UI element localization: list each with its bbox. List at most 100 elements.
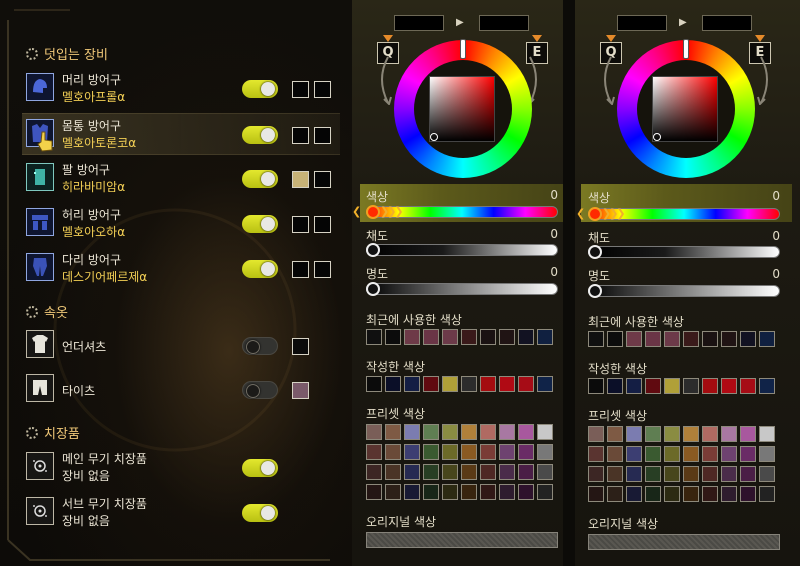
- saturation-value-square[interactable]: [429, 76, 495, 142]
- color-swatch-cell[interactable]: [607, 426, 623, 442]
- visibility-toggle[interactable]: [242, 126, 278, 144]
- sv-cursor[interactable]: [653, 133, 661, 141]
- color-swatch-cell[interactable]: [537, 444, 553, 460]
- color-swatch-1[interactable]: [292, 261, 309, 278]
- color-swatch-cell[interactable]: [480, 484, 496, 500]
- slider-thumb[interactable]: [366, 243, 380, 257]
- color-swatch-cell[interactable]: [442, 329, 458, 345]
- color-swatch-cell[interactable]: [740, 466, 756, 482]
- color-swatch-cell[interactable]: [461, 376, 477, 392]
- color-swatch-cell[interactable]: [385, 376, 401, 392]
- color-swatch-cell[interactable]: [404, 376, 420, 392]
- color-swatch-2[interactable]: [314, 127, 331, 144]
- color-swatch-cell[interactable]: [423, 376, 439, 392]
- color-swatch-cell[interactable]: [588, 331, 604, 347]
- color-swatch-cell[interactable]: [759, 486, 775, 502]
- color-swatch-cell[interactable]: [683, 331, 699, 347]
- color-swatch-cell[interactable]: [404, 464, 420, 480]
- color-swatch-cell[interactable]: [366, 484, 382, 500]
- color-swatch-cell[interactable]: [404, 484, 420, 500]
- color-swatch-cell[interactable]: [499, 376, 515, 392]
- color-swatch-cell[interactable]: [759, 378, 775, 394]
- color-swatch-cell[interactable]: [645, 331, 661, 347]
- sv-cursor[interactable]: [430, 133, 438, 141]
- color-swatch-cell[interactable]: [480, 444, 496, 460]
- color-swatch-2[interactable]: [314, 216, 331, 233]
- color-swatch-cell[interactable]: [721, 446, 737, 462]
- color-swatch-cell[interactable]: [366, 424, 382, 440]
- color-swatch-cell[interactable]: [480, 424, 496, 440]
- color-swatch-cell[interactable]: [683, 426, 699, 442]
- slider-thumb[interactable]: [366, 205, 380, 219]
- armor-row-waist[interactable]: 허리 방어구 멜호아오하α: [22, 203, 340, 245]
- color-swatch-cell[interactable]: [499, 464, 515, 480]
- visibility-toggle[interactable]: [242, 215, 278, 233]
- color-swatch-cell[interactable]: [385, 424, 401, 440]
- color-swatch-cell[interactable]: [442, 444, 458, 460]
- color-swatch-2[interactable]: [314, 261, 331, 278]
- chevron-left-icon[interactable]: ❮: [576, 207, 585, 220]
- color-swatch-cell[interactable]: [518, 424, 534, 440]
- color-swatch-cell[interactable]: [702, 378, 718, 394]
- visibility-toggle[interactable]: [242, 337, 278, 355]
- color-swatch-cell[interactable]: [385, 464, 401, 480]
- color-swatch-cell[interactable]: [702, 486, 718, 502]
- color-swatch-cell[interactable]: [607, 446, 623, 462]
- saturation-slider[interactable]: [366, 243, 558, 257]
- color-swatch-cell[interactable]: [645, 486, 661, 502]
- hue-wheel-marker[interactable]: [460, 39, 466, 59]
- deco-row-sub-weapon[interactable]: 서브 무기 치장품 장비 없음: [22, 492, 340, 534]
- color-swatch-cell[interactable]: [499, 329, 515, 345]
- inner-row-tights[interactable]: 타이츠: [22, 369, 340, 411]
- color-swatch-cell[interactable]: [480, 464, 496, 480]
- color-swatch[interactable]: [292, 382, 309, 399]
- color-swatch-cell[interactable]: [404, 329, 420, 345]
- color-swatch-cell[interactable]: [480, 329, 496, 345]
- color-swatch-cell[interactable]: [740, 331, 756, 347]
- color-swatch-cell[interactable]: [702, 466, 718, 482]
- slider-thumb[interactable]: [588, 207, 602, 221]
- color-swatch-cell[interactable]: [702, 331, 718, 347]
- color-swatch-cell[interactable]: [664, 486, 680, 502]
- color-swatch-cell[interactable]: [721, 426, 737, 442]
- color-swatch-cell[interactable]: [537, 464, 553, 480]
- color-swatch-cell[interactable]: [442, 464, 458, 480]
- color-swatch-cell[interactable]: [721, 486, 737, 502]
- color-swatch-cell[interactable]: [423, 464, 439, 480]
- saturation-value-square[interactable]: [652, 76, 718, 142]
- color-swatch-cell[interactable]: [537, 424, 553, 440]
- armor-row-head[interactable]: 머리 방어구 멜호아프롤α: [22, 68, 340, 110]
- visibility-toggle[interactable]: [242, 459, 278, 477]
- color-swatch-cell[interactable]: [537, 376, 553, 392]
- color-swatch-cell[interactable]: [683, 466, 699, 482]
- color-swatch-cell[interactable]: [626, 486, 642, 502]
- color-swatch-cell[interactable]: [366, 444, 382, 460]
- color-swatch-cell[interactable]: [740, 446, 756, 462]
- color-swatch-cell[interactable]: [461, 484, 477, 500]
- color-swatch-cell[interactable]: [442, 376, 458, 392]
- slider-thumb[interactable]: [588, 284, 602, 298]
- original-color-button[interactable]: [366, 532, 558, 548]
- color-swatch-2[interactable]: [314, 171, 331, 188]
- color-swatch-cell[interactable]: [461, 424, 477, 440]
- color-swatch-cell[interactable]: [626, 446, 642, 462]
- color-swatch-cell[interactable]: [664, 378, 680, 394]
- color-swatch-cell[interactable]: [664, 426, 680, 442]
- color-swatch-cell[interactable]: [759, 331, 775, 347]
- color-swatch-cell[interactable]: [518, 444, 534, 460]
- color-swatch-cell[interactable]: [626, 331, 642, 347]
- color-swatch-cell[interactable]: [588, 466, 604, 482]
- color-swatch-cell[interactable]: [759, 446, 775, 462]
- color-swatch-2[interactable]: [314, 81, 331, 98]
- color-swatch-cell[interactable]: [461, 329, 477, 345]
- visibility-toggle[interactable]: [242, 504, 278, 522]
- color-swatch-cell[interactable]: [499, 444, 515, 460]
- color-swatch-cell[interactable]: [683, 486, 699, 502]
- color-swatch-cell[interactable]: [607, 378, 623, 394]
- color-swatch-cell[interactable]: [588, 378, 604, 394]
- color-swatch-cell[interactable]: [518, 484, 534, 500]
- color-swatch-cell[interactable]: [664, 446, 680, 462]
- color-swatch-cell[interactable]: [423, 444, 439, 460]
- visibility-toggle[interactable]: [242, 381, 278, 399]
- color-swatch-cell[interactable]: [702, 446, 718, 462]
